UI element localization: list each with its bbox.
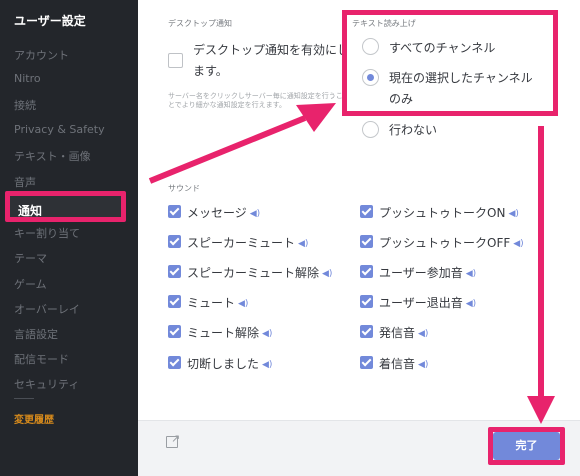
sidebar-item-theme[interactable]: テーマ [14, 250, 47, 266]
sound-label: ユーザー参加音 ◀) [379, 266, 477, 280]
sidebar-item-notifications[interactable]: 通知 [5, 191, 126, 222]
sidebar-item-games[interactable]: ゲーム [14, 276, 47, 292]
sound-label: メッセージ ◀) [187, 206, 261, 220]
sound-checkbox-undeafen[interactable] [168, 265, 181, 278]
sound-checkbox-ptt-on[interactable] [360, 205, 373, 218]
sidebar-item-overlay[interactable]: オーバーレイ [14, 301, 80, 317]
desktop-section-label: デスクトップ通知 [168, 19, 232, 28]
speaker-icon[interactable]: ◀) [466, 299, 476, 309]
sound-label: プッシュトゥトークON ◀) [379, 206, 519, 220]
speaker-icon[interactable]: ◀) [322, 269, 332, 279]
sidebar-item-security[interactable]: セキュリティ [14, 376, 79, 392]
sound-label: ミュート解除 ◀) [187, 326, 273, 340]
tts-radio-never[interactable] [362, 121, 379, 138]
popout-arrow-icon: ↗ [171, 432, 181, 445]
speaker-icon[interactable]: ◀) [298, 239, 308, 249]
sound-label: スピーカーミュート ◀) [187, 236, 309, 250]
sound-checkbox-ptt-off[interactable] [360, 235, 373, 248]
sound-label: スピーカーミュート解除 ◀) [187, 266, 333, 280]
sound-checkbox-deafen[interactable] [168, 235, 181, 248]
speaker-icon[interactable]: ◀) [418, 360, 428, 370]
sound-checkbox-user-join[interactable] [360, 265, 373, 278]
speaker-icon[interactable]: ◀) [466, 269, 476, 279]
sound-checkbox-disconnect[interactable] [168, 356, 181, 369]
sound-label: 着信音 ◀) [379, 357, 429, 371]
sound-label: 切断しました ◀) [187, 357, 273, 371]
desktop-help-text: サーバー名をクリックしサーバー毎に通知設定を行うことでより細かな通知設定を行えま… [168, 92, 343, 109]
sidebar-item-nitro[interactable]: Nitro [14, 72, 41, 85]
sound-checkbox-unmute[interactable] [168, 325, 181, 338]
sidebar-divider [14, 398, 34, 399]
desktop-notifications-checkbox[interactable] [168, 53, 183, 68]
sidebar-item-language[interactable]: 言語設定 [14, 326, 58, 342]
sidebar-title: ユーザー設定 [14, 14, 86, 28]
speaker-icon[interactable]: ◀) [250, 209, 260, 219]
sound-checkbox-outgoing[interactable] [360, 325, 373, 338]
sidebar-item-changelog[interactable]: 変更履歴 [14, 411, 54, 426]
sound-checkbox-mute[interactable] [168, 295, 181, 308]
sidebar-item-privacy[interactable]: Privacy & Safety [14, 123, 105, 136]
done-button[interactable]: 完了 [493, 432, 560, 460]
speaker-icon[interactable]: ◀) [418, 329, 428, 339]
sidebar-item-streamer-mode[interactable]: 配信モード [14, 351, 69, 367]
sidebar-item-label: 通知 [18, 204, 43, 218]
speaker-icon[interactable]: ◀) [513, 239, 523, 249]
sound-checkbox-message[interactable] [168, 205, 181, 218]
sound-label: ミュート ◀) [187, 296, 249, 310]
tts-radio-label: 行わない [389, 123, 438, 137]
settings-sidebar: ユーザー設定 アカウント Nitro 接続 Privacy & Safety テ… [0, 0, 138, 476]
sidebar-item-text-images[interactable]: テキスト・画像 [14, 148, 91, 164]
speaker-icon[interactable]: ◀) [262, 360, 272, 370]
sound-label: ユーザー退出音 ◀) [379, 296, 477, 310]
sound-label: 発信音 ◀) [379, 326, 429, 340]
sidebar-item-account[interactable]: アカウント [14, 47, 69, 63]
sound-checkbox-user-leave[interactable] [360, 295, 373, 308]
tts-radio-label: すべてのチャンネル [389, 41, 496, 55]
sidebar-item-voice[interactable]: 音声 [14, 174, 36, 190]
sidebar-item-connections[interactable]: 接続 [14, 97, 36, 113]
sound-section-label: サウンド [168, 184, 200, 193]
sound-label: プッシュトゥトークOFF ◀) [379, 236, 524, 250]
tts-section-label: テキスト読み上げ [352, 19, 416, 28]
tts-radio-all-channels[interactable] [362, 38, 379, 55]
speaker-icon[interactable]: ◀) [238, 299, 248, 309]
tts-radio-label: 現在の選択したチャンネルのみ [389, 71, 533, 106]
desktop-notifications-label: デスクトップ通知を有効にします。 [193, 43, 350, 78]
sound-checkbox-incoming[interactable] [360, 356, 373, 369]
tts-radio-current-channel[interactable] [362, 69, 379, 86]
sidebar-item-keybinds[interactable]: キー割り当て [14, 225, 80, 241]
speaker-icon[interactable]: ◀) [262, 329, 272, 339]
speaker-icon[interactable]: ◀) [508, 209, 518, 219]
